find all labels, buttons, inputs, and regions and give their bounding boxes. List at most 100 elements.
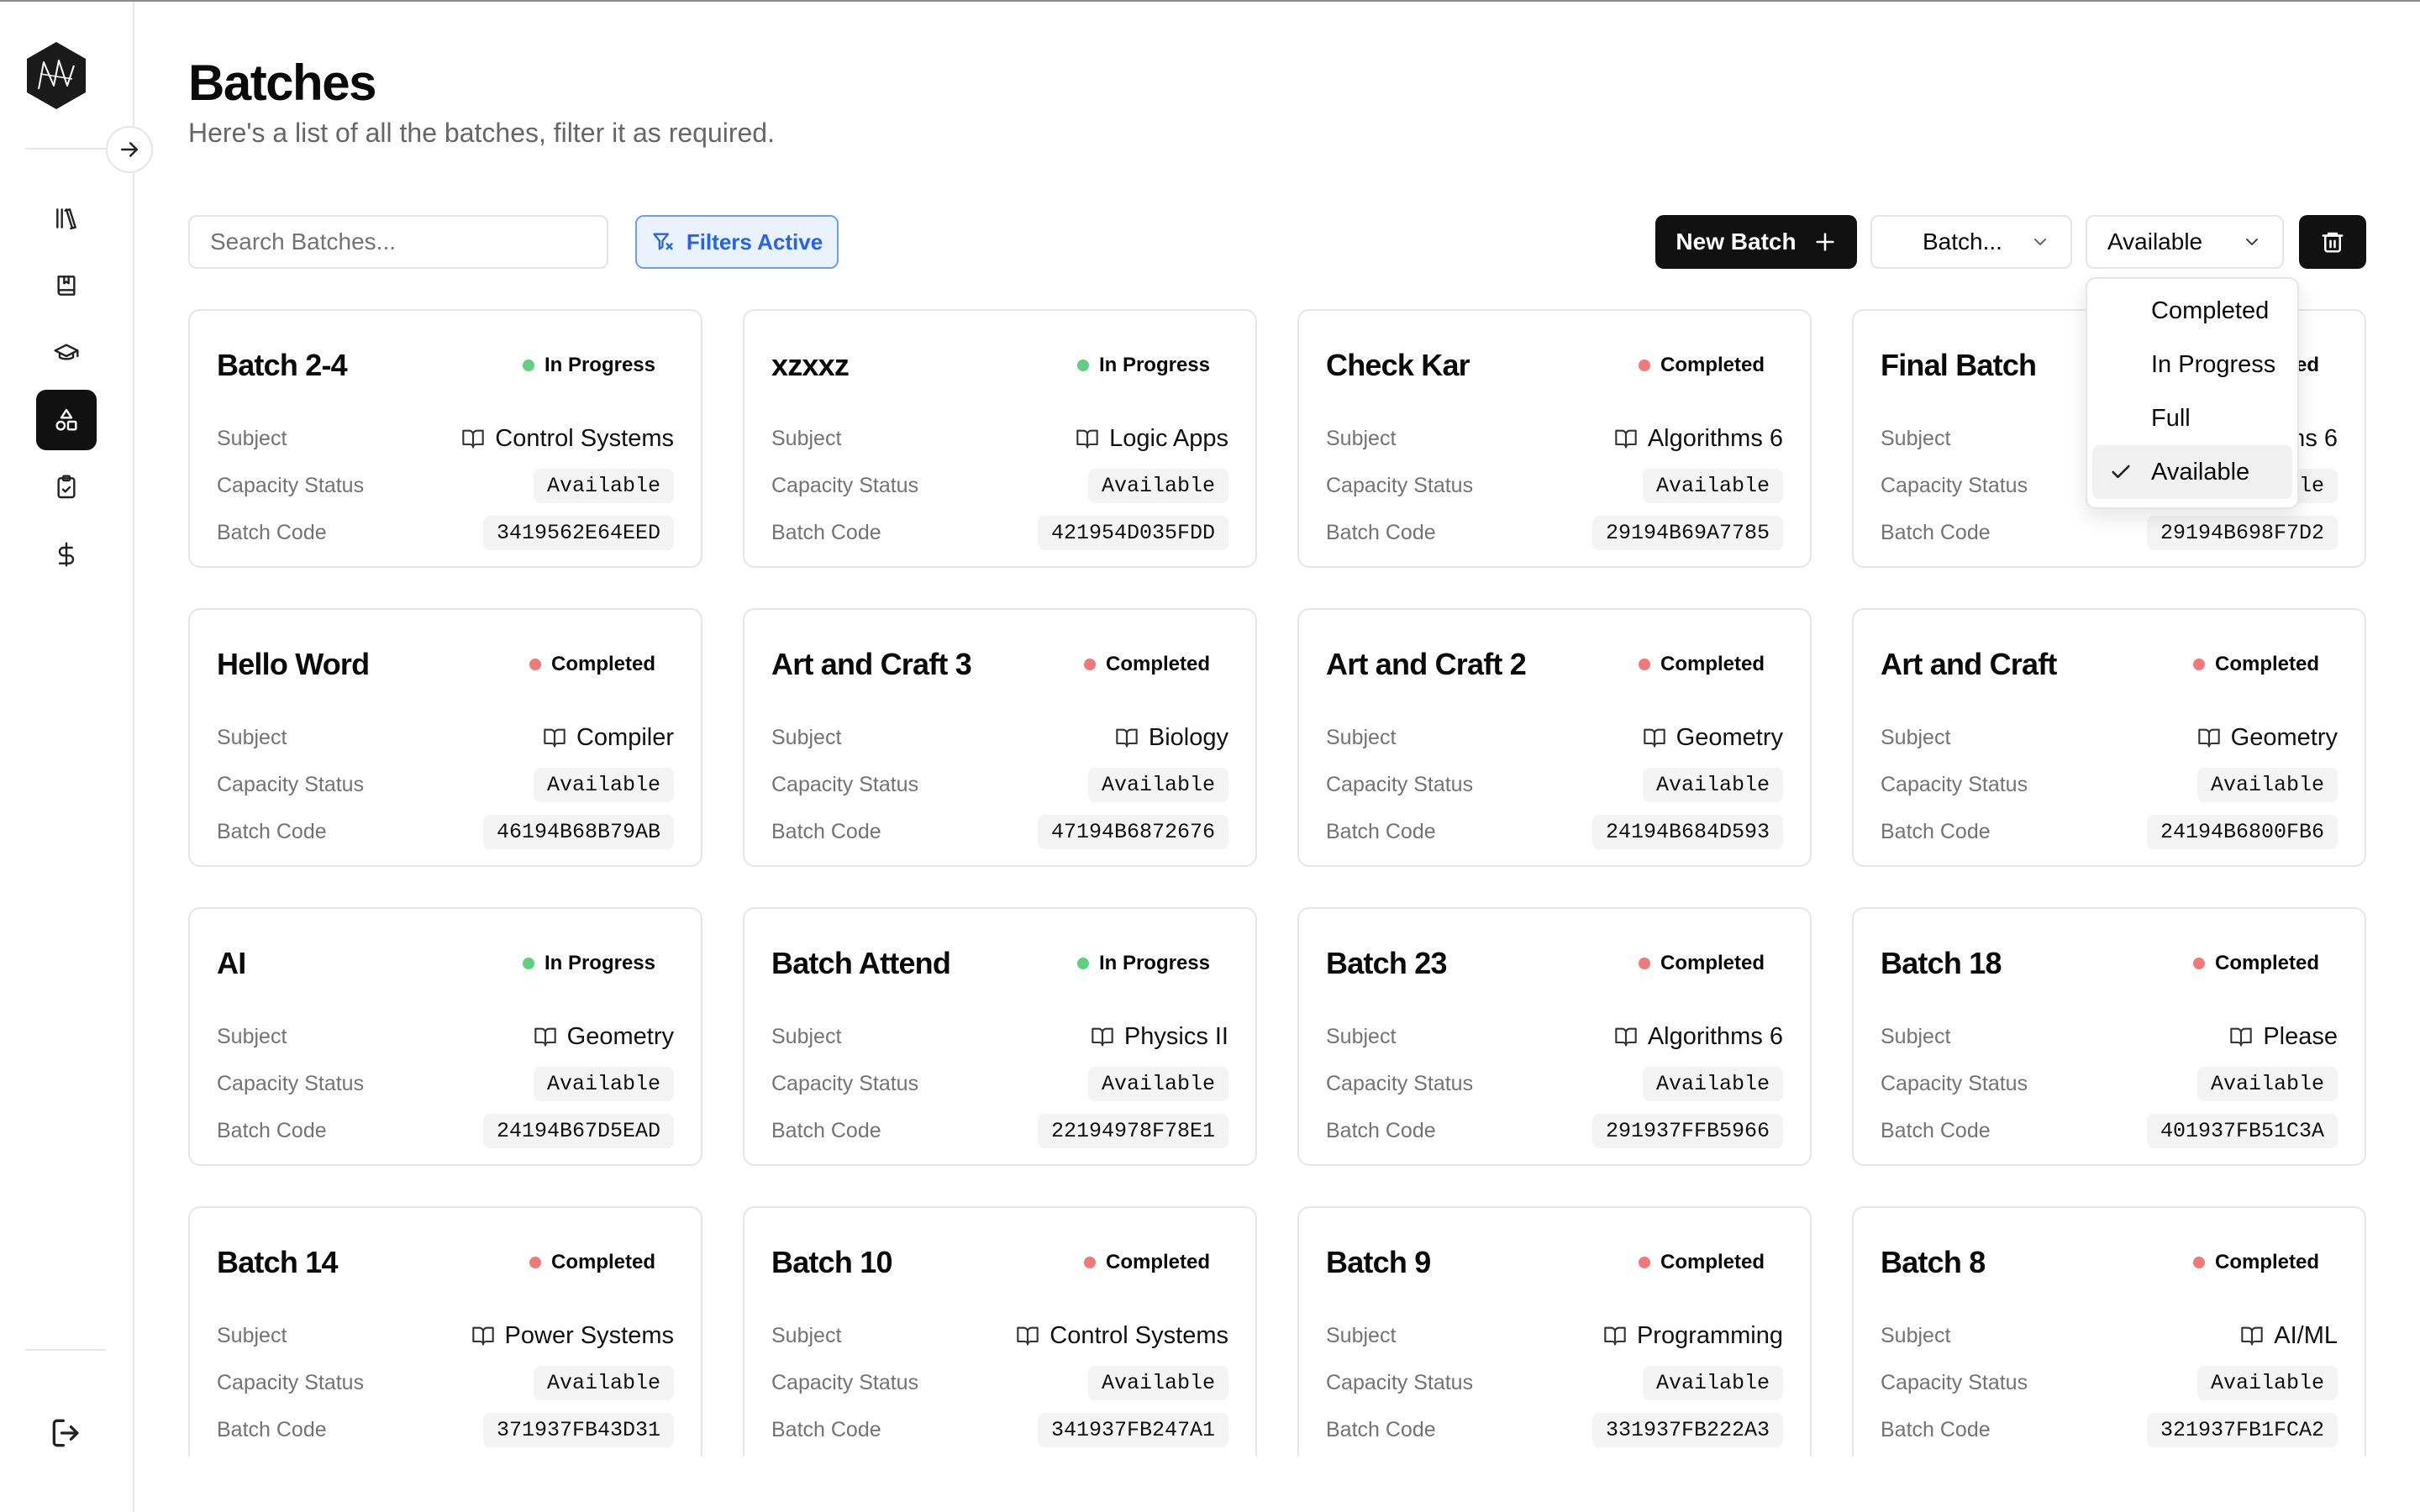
status-text: In Progress (1098, 354, 1210, 376)
batch-card[interactable]: Hello Word Completed Subject Compiler Ca… (188, 608, 702, 867)
menu-item-completed[interactable]: Completed (2092, 284, 2292, 338)
subject-row: Subject Geometry (1881, 714, 2338, 761)
subject-row: Subject Control Systems (217, 415, 674, 462)
batch-card[interactable]: Batch 8 Completed Subject AI/ML Capacity… (1852, 1206, 2366, 1457)
batch-card[interactable]: Art and Craft 2 Completed Subject Geomet… (1297, 608, 1812, 867)
subject-text: Physics II (1123, 1022, 1228, 1050)
menu-item-available[interactable]: Available (2092, 445, 2292, 499)
batch-card[interactable]: Batch 14 Completed Subject Power Systems… (188, 1206, 702, 1457)
capacity-label: Capacity Status (217, 772, 365, 796)
subject-text: Compiler (576, 723, 674, 751)
subject-label: Subject (1326, 426, 1397, 450)
status-text: Completed (550, 1251, 655, 1273)
delete-button[interactable] (2299, 215, 2366, 269)
subject-label: Subject (1326, 725, 1397, 749)
filters-active-button[interactable]: Filters Active (635, 215, 839, 269)
status-text: Completed (1105, 653, 1210, 675)
book-open-icon (1017, 1326, 1039, 1346)
nav-attendance[interactable] (36, 457, 97, 517)
batch-code: 24194B684D593 (1591, 814, 1783, 849)
status-select[interactable]: Available (2086, 215, 2284, 269)
capacity-label: Capacity Status (217, 473, 365, 497)
code-label: Batch Code (217, 1118, 327, 1142)
subject-text: Geometry (2230, 723, 2338, 751)
batch-code: 29194B69A7785 (1591, 515, 1783, 550)
expand-sidebar-button[interactable] (106, 126, 153, 173)
nav-courses[interactable] (36, 255, 97, 316)
batch-title: Batch 18 (1881, 946, 2002, 980)
menu-item-label: Available (2151, 458, 2250, 486)
capacity-label: Capacity Status (1881, 1370, 2028, 1394)
code-label: Batch Code (217, 1417, 327, 1441)
sidebar (0, 2, 134, 1512)
menu-item-full[interactable]: Full (2092, 391, 2292, 445)
batch-card[interactable]: Art and Craft 3 Completed Subject Biolog… (743, 608, 1257, 867)
batch-title: Batch 10 (771, 1245, 892, 1279)
status-text: Completed (1105, 1251, 1210, 1273)
batch-title: Hello Word (217, 647, 370, 681)
batch-card[interactable]: xzxxz In Progress Subject Logic Apps Cap… (743, 309, 1257, 568)
status-badge: Completed (2192, 1251, 2338, 1274)
status-dot (1076, 958, 1089, 969)
code-row: Batch Code 371937FB43D31 (217, 1406, 674, 1453)
batch-card[interactable]: Check Kar Completed Subject Algorithms 6… (1297, 309, 1812, 568)
status-dot (1083, 1257, 1096, 1268)
code-label: Batch Code (1881, 819, 1991, 843)
subject-text: Geometry (1676, 723, 1783, 751)
code-label: Batch Code (1881, 1417, 1991, 1441)
subject-label: Subject (1326, 1024, 1397, 1048)
book-marked-icon (57, 276, 76, 296)
capacity-row: Capacity Status Available (217, 462, 674, 509)
status-badge: Completed (1638, 1251, 1783, 1274)
batch-select[interactable]: Batch... (1870, 215, 2072, 269)
book-open-icon (1604, 1326, 1626, 1346)
capacity-value: Available (533, 1365, 674, 1400)
batch-card[interactable]: Batch 10 Completed Subject Control Syste… (743, 1206, 1257, 1457)
subject-label: Subject (1881, 1024, 1951, 1048)
status-dot (2192, 958, 2205, 969)
batch-title: Batch 23 (1326, 946, 1447, 980)
book-open-icon (1643, 728, 1665, 748)
batch-card[interactable]: Batch 18 Completed Subject Please Capaci… (1852, 907, 2366, 1166)
subject-row: Subject Compiler (217, 714, 674, 761)
nav-students[interactable] (36, 323, 97, 383)
page-title: Batches (188, 55, 376, 111)
app-logo-icon[interactable] (25, 40, 87, 111)
new-batch-button[interactable]: New Batch (1655, 215, 1857, 269)
batch-code: 331937FB222A3 (1591, 1412, 1783, 1447)
batch-card[interactable]: Batch 2-4 In Progress Subject Control Sy… (188, 309, 702, 568)
batch-title: AI (217, 946, 246, 980)
batch-card[interactable]: Batch 9 Completed Subject Programming Ca… (1297, 1206, 1812, 1457)
subject-value: Please (2229, 1023, 2338, 1051)
batch-code: 46194B68B79AB (482, 814, 674, 849)
status-text: In Progress (544, 952, 655, 974)
code-row: Batch Code 24194B684D593 (1326, 808, 1783, 855)
batch-card[interactable]: AI In Progress Subject Geometry Capacity… (188, 907, 702, 1166)
subject-value: Programming (1603, 1322, 1783, 1350)
batch-card[interactable]: Batch Attend In Progress Subject Physics… (743, 907, 1257, 1166)
subject-row: Subject Please (1881, 1013, 2338, 1060)
status-text: In Progress (544, 354, 655, 376)
nav-payments[interactable] (36, 524, 97, 585)
book-open-icon (1615, 429, 1637, 449)
code-label: Batch Code (1326, 819, 1436, 843)
book-open-icon (2230, 1027, 2253, 1047)
capacity-label: Capacity Status (217, 1370, 365, 1394)
clipboard-check-icon (57, 475, 76, 499)
menu-item-in-progress[interactable]: In Progress (2092, 338, 2292, 391)
shapes-icon (55, 408, 77, 431)
capacity-row: Capacity Status Available (771, 1359, 1228, 1406)
subject-value: Power Systems (471, 1322, 674, 1350)
nav-library[interactable] (36, 188, 97, 249)
code-row: Batch Code 331937FB222A3 (1326, 1406, 1783, 1453)
subject-row: Subject Programming (1326, 1312, 1783, 1359)
search-input[interactable] (188, 215, 608, 269)
batch-card[interactable]: Art and Craft Completed Subject Geometry… (1852, 608, 2366, 867)
status-dropdown-menu: Completed In Progress Full Available (2086, 277, 2299, 509)
batch-code: 401937FB51C3A (2146, 1113, 2338, 1148)
nav-batches[interactable] (36, 390, 97, 450)
subject-label: Subject (771, 1024, 842, 1048)
batch-card[interactable]: Batch 23 Completed Subject Algorithms 6 … (1297, 907, 1812, 1166)
logout-button[interactable] (36, 1403, 97, 1463)
capacity-value: Available (2196, 767, 2338, 802)
